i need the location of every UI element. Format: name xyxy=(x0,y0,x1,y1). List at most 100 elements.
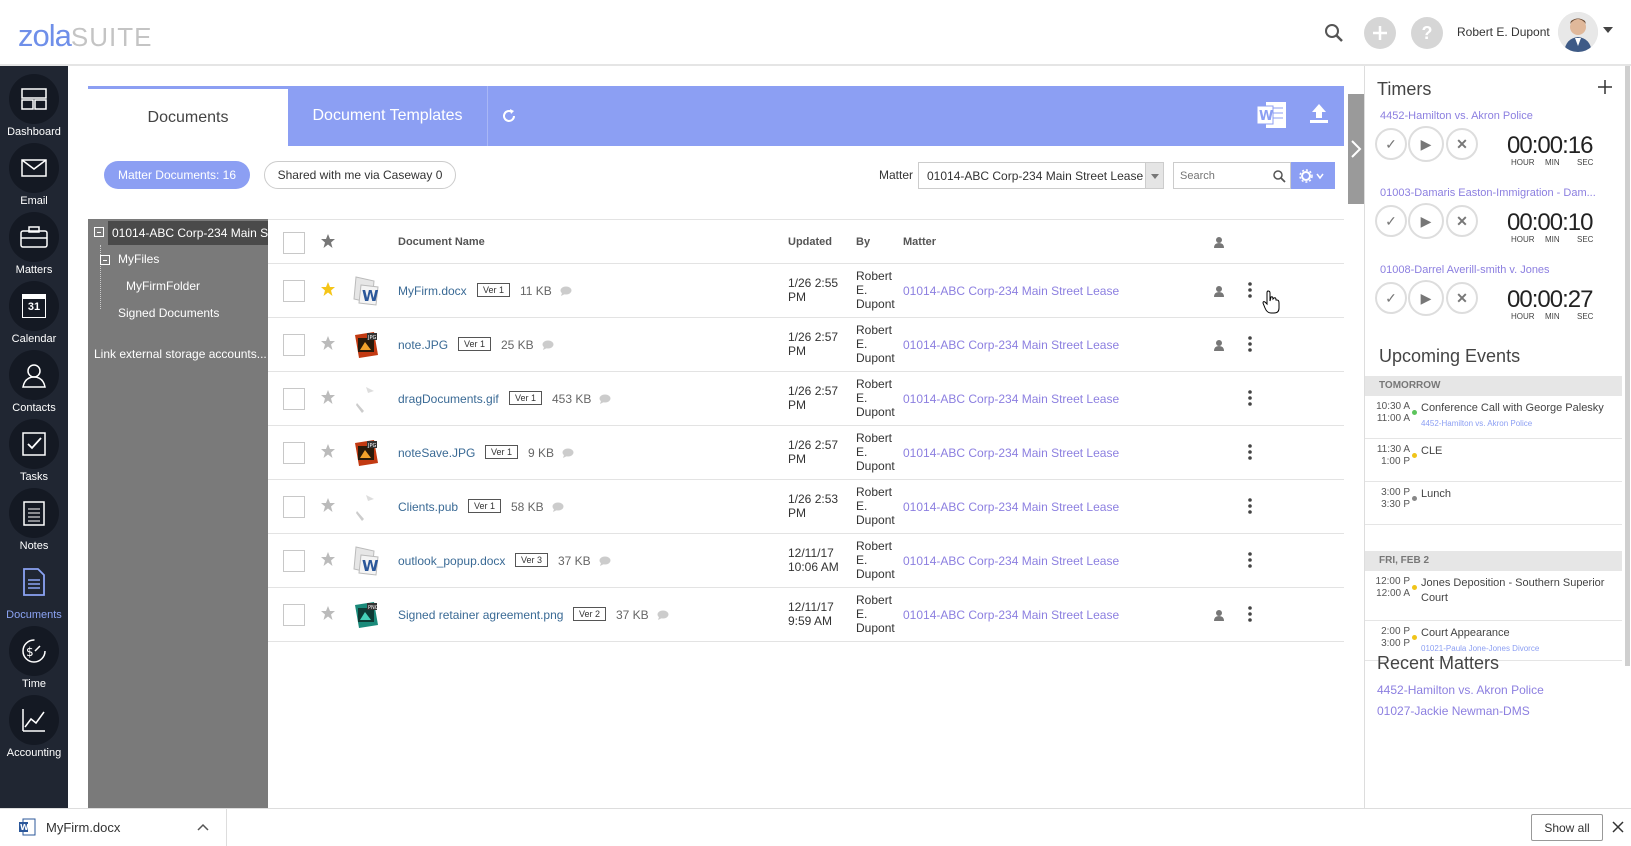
comment-icon[interactable] xyxy=(552,502,564,512)
row-checkbox[interactable] xyxy=(283,442,305,464)
help-icon[interactable]: ? xyxy=(1411,17,1443,49)
download-file-name[interactable]: MyFirm.docx xyxy=(46,820,120,835)
version-badge[interactable]: Ver 1 xyxy=(468,499,502,513)
version-badge[interactable]: Ver 3 xyxy=(515,553,549,567)
cancel-icon[interactable]: ✕ xyxy=(1446,282,1478,314)
star-icon[interactable] xyxy=(320,233,336,249)
header-updated[interactable]: Updated xyxy=(788,236,832,248)
tree-root[interactable]: 01014-ABC Corp-234 Main Street Lease xyxy=(108,221,268,245)
link-external-storage[interactable]: Link external storage accounts... xyxy=(94,347,267,361)
word-icon[interactable]: W xyxy=(1256,100,1288,130)
add-icon[interactable] xyxy=(1364,17,1396,49)
document-name-link[interactable]: Signed retainer agreement.png xyxy=(398,608,563,622)
shared-person-icon[interactable] xyxy=(1213,609,1225,621)
collapse-icon[interactable] xyxy=(100,255,110,265)
document-name-link[interactable]: Clients.pub xyxy=(398,500,458,514)
document-name-link[interactable]: MyFirm.docx xyxy=(398,284,467,298)
nav-matters[interactable]: Matters xyxy=(0,212,68,276)
version-badge[interactable]: Ver 2 xyxy=(573,607,607,621)
check-icon[interactable]: ✓ xyxy=(1375,205,1407,237)
nav-time[interactable]: $ Time xyxy=(0,626,68,690)
timer-matter-link[interactable]: 01003-Damaris Easton-Immigration - Dam..… xyxy=(1380,187,1618,199)
settings-dropdown[interactable] xyxy=(1291,162,1335,189)
star-icon[interactable] xyxy=(320,497,336,513)
event-matter[interactable]: 01021-Paula Jone-Jones Divorce xyxy=(1421,644,1539,653)
event-title[interactable]: Conference Call with George Palesky xyxy=(1421,401,1619,416)
nav-calendar[interactable]: 31 Calendar xyxy=(0,281,68,345)
more-options-icon[interactable] xyxy=(1248,336,1252,352)
upload-icon[interactable] xyxy=(1307,102,1331,126)
select-all-checkbox[interactable] xyxy=(283,232,305,254)
user-name[interactable]: Robert E. Dupont xyxy=(1457,25,1550,39)
star-icon[interactable] xyxy=(320,605,336,621)
nav-dashboard[interactable]: Dashboard xyxy=(0,74,68,138)
zolasuite-logo[interactable]: zolaSUITE xyxy=(18,18,152,55)
tab-document-templates[interactable]: Document Templates xyxy=(288,86,488,146)
table-row[interactable]: PNG Signed retainer agreement.png Ver 2 37 … xyxy=(268,588,1344,642)
event-item[interactable]: 10:30 A 11:00 A Conference Call with Georg… xyxy=(1365,396,1622,439)
search-icon[interactable] xyxy=(1273,170,1286,183)
check-icon[interactable]: ✓ xyxy=(1375,282,1407,314)
tree-signed-documents[interactable]: Signed Documents xyxy=(118,306,219,320)
nav-contacts[interactable]: Contacts xyxy=(0,350,68,414)
row-checkbox[interactable] xyxy=(283,388,305,410)
row-checkbox[interactable] xyxy=(283,280,305,302)
row-checkbox[interactable] xyxy=(283,604,305,626)
shared-caseway-pill[interactable]: Shared with me via Caseway 0 xyxy=(264,161,456,189)
version-badge[interactable]: Ver 1 xyxy=(477,283,511,297)
document-name-link[interactable]: noteSave.JPG xyxy=(398,446,475,460)
event-title[interactable]: Lunch xyxy=(1421,487,1619,502)
matter-documents-pill[interactable]: Matter Documents: 16 xyxy=(104,161,250,189)
comment-icon[interactable] xyxy=(599,394,611,404)
nav-notes[interactable]: Notes xyxy=(0,488,68,552)
matter-link[interactable]: 01014-ABC Corp-234 Main Street Lease xyxy=(903,554,1119,568)
matter-link[interactable]: 01014-ABC Corp-234 Main Street Lease xyxy=(903,500,1119,514)
search-icon[interactable] xyxy=(1318,17,1350,49)
document-name-link[interactable]: dragDocuments.gif xyxy=(398,392,499,406)
tree-myfiles[interactable]: MyFiles xyxy=(118,252,159,266)
shared-person-icon[interactable] xyxy=(1213,339,1225,351)
header-by[interactable]: By xyxy=(856,236,870,248)
table-row[interactable]: dragDocuments.gif Ver 1 453 KB 1/26 2:57 PM R… xyxy=(268,372,1344,426)
event-title[interactable]: Court Appearance xyxy=(1421,626,1619,641)
close-icon[interactable] xyxy=(1612,821,1624,833)
matter-link[interactable]: 01014-ABC Corp-234 Main Street Lease xyxy=(903,446,1119,460)
more-options-icon[interactable] xyxy=(1248,606,1252,622)
event-matter[interactable]: 4452-Hamilton vs. Akron Police xyxy=(1421,419,1532,428)
more-options-icon[interactable] xyxy=(1248,282,1252,298)
play-icon[interactable]: ▶ xyxy=(1408,280,1444,316)
header-document-name[interactable]: Document Name xyxy=(398,236,485,248)
row-checkbox[interactable] xyxy=(283,334,305,356)
table-row[interactable]: Woutlook_popup.docx Ver 3 37 KB 12/11/17 10:… xyxy=(268,534,1344,588)
event-item[interactable]: 3:00 P 3:30 P Lunch xyxy=(1365,482,1622,525)
header-matter[interactable]: Matter xyxy=(903,236,936,248)
matter-link[interactable]: 01014-ABC Corp-234 Main Street Lease xyxy=(903,284,1119,298)
matter-link[interactable]: 01014-ABC Corp-234 Main Street Lease xyxy=(903,338,1119,352)
nav-accounting[interactable]: Accounting xyxy=(0,695,68,759)
collapse-icon[interactable] xyxy=(94,227,104,237)
matter-link[interactable]: 01014-ABC Corp-234 Main Street Lease xyxy=(903,392,1119,406)
timer-matter-link[interactable]: 01008-Darrel Averill-smith v. Jones xyxy=(1380,264,1618,276)
recent-matter-link[interactable]: 4452-Hamilton vs. Akron Police xyxy=(1377,683,1544,697)
check-icon[interactable]: ✓ xyxy=(1375,128,1407,160)
star-icon[interactable] xyxy=(320,335,336,351)
refresh-icon[interactable] xyxy=(499,106,519,126)
more-options-icon[interactable] xyxy=(1248,552,1252,568)
tree-myfirmfolder[interactable]: MyFirmFolder xyxy=(126,279,200,293)
star-icon[interactable] xyxy=(320,281,336,297)
nav-tasks[interactable]: Tasks xyxy=(0,419,68,483)
add-timer-icon[interactable] xyxy=(1597,79,1613,95)
cancel-icon[interactable]: ✕ xyxy=(1446,205,1478,237)
event-title[interactable]: CLE xyxy=(1421,444,1619,459)
comment-icon[interactable] xyxy=(542,340,554,350)
star-icon[interactable] xyxy=(320,389,336,405)
table-row[interactable]: Clients.pub Ver 1 58 KB 1/26 2:53 PM Robert E.… xyxy=(268,480,1344,534)
row-checkbox[interactable] xyxy=(283,496,305,518)
comment-icon[interactable] xyxy=(560,286,572,296)
nav-email[interactable]: Email xyxy=(0,143,68,207)
table-row[interactable]: JPG note.JPG Ver 1 25 KB 1/26 2:57 PM Robert E.… xyxy=(268,318,1344,372)
event-title[interactable]: Jones Deposition - Southern Superior Cou… xyxy=(1421,576,1619,606)
more-options-icon[interactable] xyxy=(1248,390,1252,406)
version-badge[interactable]: Ver 1 xyxy=(458,337,492,351)
table-row[interactable]: W MyFirm.docx Ver 1 11 KB 1/26 2:55 PM Robert E… xyxy=(268,264,1344,318)
